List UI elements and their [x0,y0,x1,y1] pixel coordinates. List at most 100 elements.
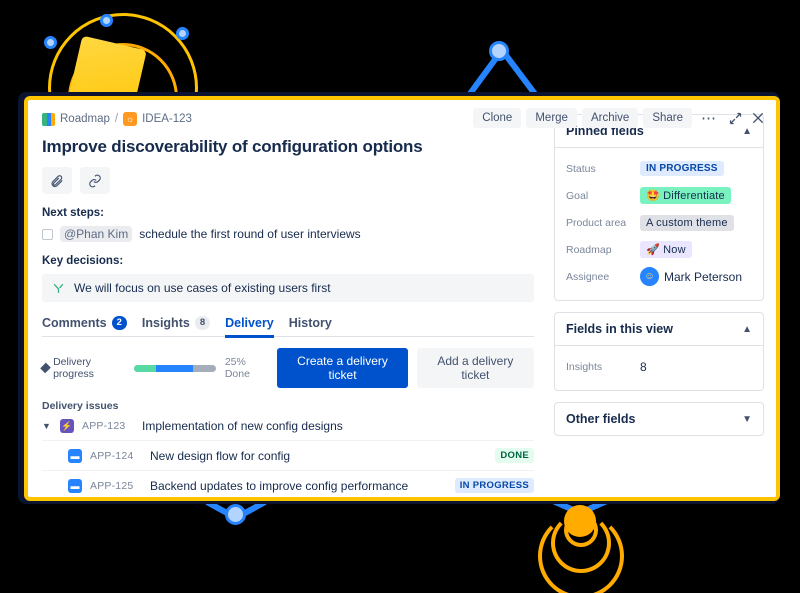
field-row: Roadmap🚀 Now [566,236,752,263]
field-chip: A custom theme [640,215,734,231]
key-decision-text: We will focus on use cases of existing u… [74,281,331,295]
chip-emoji-icon: 🤩 [646,190,663,202]
field-value: Now [663,244,686,256]
issue-summary[interactable]: Implementation of new config designs [142,419,534,433]
field-label: Status [566,163,640,175]
pinned-fields-body: Status IN PROGRESS Goal🤩 DifferentiateProd… [555,148,763,300]
tab-comments[interactable]: Comments2 [42,316,127,336]
decorative-node-dot [176,27,189,40]
chevron-up-icon[interactable]: ▲ [742,324,752,335]
issue-summary[interactable]: Backend updates to improve config perfor… [150,479,447,493]
field-row: Goal🤩 Differentiate [566,182,752,209]
assignee-name: Mark Peterson [664,270,742,284]
delivery-progress-label: Delivery progress [42,356,125,380]
field-value-wrap[interactable]: IN PROGRESS [640,161,724,176]
progress-segment-inprogress [156,365,193,372]
issue-key[interactable]: APP-124 [90,450,142,462]
field-value[interactable]: 8 [640,360,647,374]
next-steps-task: @Phan Kim schedule the first round of us… [42,226,534,242]
tab-bar: Comments2 Insights8 Delivery History [42,316,534,337]
issue-row[interactable]: ▼ ⚡ APP-123 Implementation of new config de… [42,412,534,441]
field-value: Differentiate [663,190,725,202]
breadcrumb-separator: / [115,113,118,125]
field-value: A custom theme [646,217,728,229]
tab-history[interactable]: History [289,316,332,336]
clone-button[interactable]: Clone [473,108,521,128]
field-label: Insights [566,361,640,373]
field-row: Assignee☺ Mark Peterson [566,263,752,290]
status-badge[interactable]: DONE [495,448,534,463]
progress-bar [134,365,216,372]
paperclip-icon[interactable] [42,167,72,194]
avatar: ☺ [640,267,659,286]
delivery-issues-list: ▼ ⚡ APP-123 Implementation of new config de… [42,412,534,501]
progress-percent: 25% Done [225,356,269,380]
tab-label: History [289,316,332,330]
link-chain-icon[interactable] [80,167,110,194]
decorative-node-dot [100,14,113,27]
story-icon: ▬ [68,479,82,493]
tab-delivery[interactable]: Delivery [225,316,274,336]
mention-chip[interactable]: @Phan Kim [60,226,132,242]
status-badge: IN PROGRESS [640,161,724,176]
archive-button[interactable]: Archive [582,108,638,128]
roadmap-icon [42,113,55,126]
field-value-wrap[interactable]: ☺ Mark Peterson [640,267,742,286]
issue-key[interactable]: APP-125 [90,480,142,492]
decorative-node-dot [44,36,57,49]
status-badge[interactable]: IN PROGRESS [455,478,534,493]
delivery-progress-row: Delivery progress 25% Done Create a deli… [42,348,534,388]
story-icon: ▬ [68,449,82,463]
window-toolbar: Clone Merge Archive Share ⋯ [473,108,766,128]
issue-key[interactable]: APP-123 [82,420,134,432]
epic-icon: ⚡ [60,419,74,433]
tab-insights[interactable]: Insights8 [142,316,210,336]
issue-summary[interactable]: New design flow for config [150,449,487,463]
collapse-icon[interactable] [728,111,743,126]
lightbulb-icon: ☼ [123,112,137,126]
other-fields-title: Other fields [566,412,635,426]
add-delivery-ticket-button[interactable]: Add a delivery ticket [417,348,534,388]
diamond-icon [40,363,51,374]
field-row: Status IN PROGRESS [566,155,752,182]
chevron-down-icon[interactable]: ▼ [42,421,52,431]
field-chip: 🤩 Differentiate [640,187,731,204]
tab-label: Delivery [225,316,274,330]
breadcrumb-idea-key[interactable]: IDEA-123 [142,113,192,125]
breadcrumb: Roadmap / ☼ IDEA-123 [42,110,534,128]
tab-label: Comments [42,316,107,330]
field-chip: 🚀 Now [640,241,692,258]
field-row: Product areaA custom theme [566,209,752,236]
field-value-wrap[interactable]: A custom theme [640,215,734,231]
decorative-node-dot [489,41,509,61]
more-options-icon[interactable]: ⋯ [697,109,721,127]
other-fields-header[interactable]: Other fields ▼ [555,403,763,435]
field-value-wrap[interactable]: 🚀 Now [640,241,692,258]
decorative-node-dot [225,504,246,525]
key-decision-item: We will focus on use cases of existing u… [42,274,534,302]
create-delivery-ticket-button[interactable]: Create a delivery ticket [277,348,407,388]
issue-row[interactable]: ▬ APP-124 New design flow for config DONE [42,441,534,471]
task-checkbox[interactable] [42,229,53,240]
progress-segment-done [134,365,156,372]
breadcrumb-roadmap-link[interactable]: Roadmap [60,113,110,125]
idea-detail-window: Roadmap / ☼ IDEA-123 Improve discoverabi… [24,96,780,501]
pinned-fields-panel: Pinned fields ▲ StatusIN PROGRESSGoal🤩 D… [554,114,764,301]
field-label: Assignee [566,271,640,283]
fields-in-view-panel: Fields in this view ▲ Insights 8 [554,312,764,391]
close-icon[interactable] [750,110,766,126]
main-content-column: Roadmap / ☼ IDEA-123 Improve discoverabi… [28,100,548,497]
issue-row[interactable]: ▬ APP-125 Backend updates to improve confi… [42,471,534,501]
field-value: IN PROGRESS [646,163,718,174]
share-button[interactable]: Share [643,108,692,128]
fields-in-view-header[interactable]: Fields in this view ▲ [555,313,763,346]
next-steps-label: Next steps: [42,207,534,219]
task-text: schedule the first round of user intervi… [139,227,360,241]
key-decisions-label: Key decisions: [42,255,534,267]
other-fields-panel: Other fields ▼ [554,402,764,436]
chip-emoji-icon: 🚀 [646,244,663,256]
chevron-down-icon[interactable]: ▼ [742,414,752,425]
screenshot-stage: Roadmap / ☼ IDEA-123 Improve discoverabi… [0,0,800,593]
merge-button[interactable]: Merge [526,108,577,128]
field-value-wrap[interactable]: 🤩 Differentiate [640,187,731,204]
